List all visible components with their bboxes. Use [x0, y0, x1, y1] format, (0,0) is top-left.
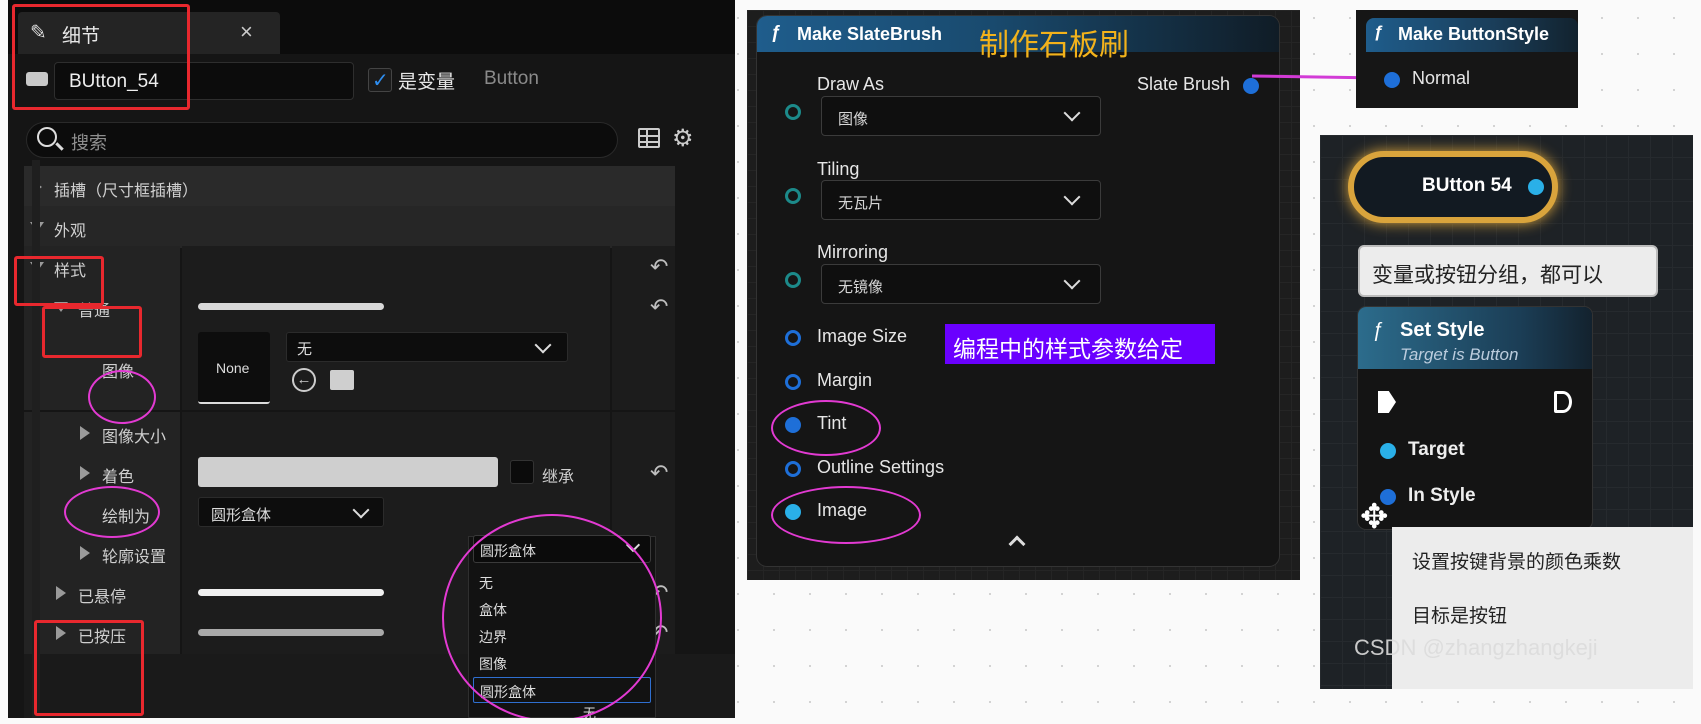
annotation-text: 制作石板刷 — [979, 29, 1129, 62]
appearance-label: 外观 — [54, 223, 87, 240]
set-style-node[interactable]: ƒ Set Style Target is Button Target In S… — [1358, 307, 1592, 529]
pin-image-size-label: Image Size — [817, 326, 908, 346]
is-variable-label: 是变量 — [398, 72, 456, 93]
pin-in-style-label: In Style — [1408, 485, 1476, 506]
pin-margin-label: Margin — [817, 370, 873, 390]
image-asset-dropdown[interactable]: 无 — [286, 332, 568, 362]
pin-target[interactable] — [1380, 443, 1396, 459]
expand-arrow-icon — [56, 586, 66, 600]
expand-arrow-icon — [80, 426, 90, 440]
chevron-down-icon — [1063, 104, 1081, 122]
pin-button-output[interactable] — [1528, 179, 1544, 195]
function-icon: ƒ — [1374, 22, 1384, 41]
annotation-banner: 编程中的样式参数给定 — [945, 324, 1215, 364]
table-view-icon[interactable] — [638, 128, 660, 148]
node-title: Make ButtonStyle — [1398, 24, 1550, 44]
exec-out-icon[interactable] — [1554, 391, 1572, 413]
expand-arrow-icon — [80, 466, 90, 480]
type-label: Button — [484, 68, 539, 89]
watermark: CSDN @zhangzhangkeji — [1354, 635, 1598, 660]
search-input[interactable]: 搜索 — [26, 122, 618, 158]
pressed-preview-bar — [198, 629, 384, 636]
expand-arrow-icon — [80, 546, 90, 560]
slot-label: 插槽（尺寸框插槽） — [54, 183, 199, 200]
annotation-circle — [64, 486, 160, 538]
annotation-circle — [442, 514, 662, 718]
function-icon: ƒ — [771, 22, 782, 42]
pin-target-label: Target — [1408, 439, 1465, 460]
annotation-red-box — [12, 4, 190, 110]
draw-as-value: 圆形盒体 — [211, 507, 272, 524]
hovered-label: 已悬停 — [78, 589, 127, 606]
row-slot[interactable]: 插槽（尺寸框插槽） — [24, 166, 735, 209]
chevron-down-icon — [1063, 188, 1081, 206]
image-thumbnail[interactable]: None — [198, 332, 270, 404]
pin-outline-label: Outline Settings — [817, 457, 945, 477]
chevron-down-icon — [352, 501, 370, 519]
pin-tiling-label: Tiling — [817, 159, 860, 179]
image-none-text: None — [216, 360, 250, 376]
annotation-red-box — [34, 620, 144, 716]
move-cursor-icon: ✥ — [1360, 498, 1389, 536]
tiling-combo[interactable]: 无瓦片 — [821, 180, 1101, 220]
mirroring-combo[interactable]: 无镜像 — [821, 264, 1101, 304]
pin-mirroring[interactable] — [785, 272, 801, 288]
pin-image-size[interactable] — [785, 330, 801, 346]
annotation-circle — [88, 370, 156, 424]
draw-as-combo[interactable]: 图像 — [821, 96, 1101, 136]
use-selected-icon[interactable]: ← — [292, 368, 316, 392]
make-slatebrush-node[interactable]: ƒ Make SlateBrush 制作石板刷 Draw As 图像 Tilin… — [757, 16, 1279, 566]
node-title: Make SlateBrush — [797, 24, 943, 44]
tint-label: 着色 — [102, 469, 135, 486]
pin-normal-label: Normal — [1412, 68, 1471, 88]
row-appearance[interactable]: 外观 — [24, 206, 735, 249]
tooltip: 设置按键背景的颜色乘数 目标是按钮 — [1392, 527, 1693, 689]
annotation-red-box — [42, 306, 142, 358]
is-variable-checkbox[interactable]: ✓ — [368, 68, 392, 92]
chevron-down-icon — [534, 336, 552, 354]
make-buttonstyle-node[interactable]: ƒ Make ButtonStyle Normal — [1356, 10, 1578, 108]
pin-tiling[interactable] — [785, 188, 801, 204]
draw-as-dropdown[interactable]: 圆形盒体 — [198, 497, 384, 527]
tint-color-swatch[interactable] — [198, 457, 498, 487]
annotation-red-box — [14, 256, 104, 306]
inherit-checkbox[interactable] — [510, 460, 534, 484]
image-size-label: 图像大小 — [102, 429, 167, 446]
details-panel: ✎ 细节 × BUtton_54 ✓ 是变量 Button 搜索 ⚙ 插槽（尺寸… — [8, 0, 735, 718]
checkmark-icon: ✓ — [372, 70, 389, 92]
hovered-preview-bar — [198, 589, 384, 596]
node-title: Set Style — [1400, 319, 1485, 341]
annotation-circle — [771, 400, 881, 456]
browse-folder-icon[interactable] — [330, 370, 354, 390]
reset-icon[interactable]: ↶ — [650, 462, 672, 484]
annotation-circle — [771, 486, 921, 544]
pin-normal[interactable] — [1384, 72, 1400, 88]
close-icon[interactable]: × — [240, 19, 253, 45]
search-placeholder: 搜索 — [71, 133, 107, 153]
normal-preview-bar — [198, 303, 384, 310]
node-subtitle: Target is Button — [1400, 345, 1519, 364]
row-style[interactable]: 样式 ↶ — [24, 246, 735, 289]
pin-outline-settings[interactable] — [785, 461, 801, 477]
function-icon: ƒ — [1372, 319, 1384, 341]
gear-icon[interactable]: ⚙ — [672, 124, 694, 153]
image-dropdown-value: 无 — [297, 341, 313, 358]
reset-icon[interactable]: ↶ — [650, 256, 672, 278]
inherit-label: 继承 — [542, 469, 575, 486]
pin-margin[interactable] — [785, 374, 801, 390]
outline-label: 轮廓设置 — [102, 549, 167, 566]
set-style-photo: BUtton 54 变量或按钮分组，都可以 ƒ Set Style Target… — [1320, 135, 1693, 689]
pin-draw-as-label: Draw As — [817, 74, 885, 94]
comment-bubble: 变量或按钮分组，都可以 — [1358, 245, 1658, 297]
button-54-variable-node[interactable]: BUtton 54 — [1348, 151, 1558, 223]
blueprint-graph[interactable]: ƒ Make SlateBrush 制作石板刷 Draw As 图像 Tilin… — [747, 10, 1300, 580]
collapse-node-icon[interactable] — [1008, 535, 1026, 553]
reset-icon[interactable]: ↶ — [650, 296, 672, 318]
pin-draw-as[interactable] — [785, 104, 801, 120]
chevron-down-icon — [1063, 272, 1081, 290]
pin-mirroring-label: Mirroring — [817, 242, 889, 262]
exec-in-icon[interactable] — [1378, 391, 1396, 413]
pin-slate-brush-label: Slate Brush — [1137, 74, 1231, 94]
